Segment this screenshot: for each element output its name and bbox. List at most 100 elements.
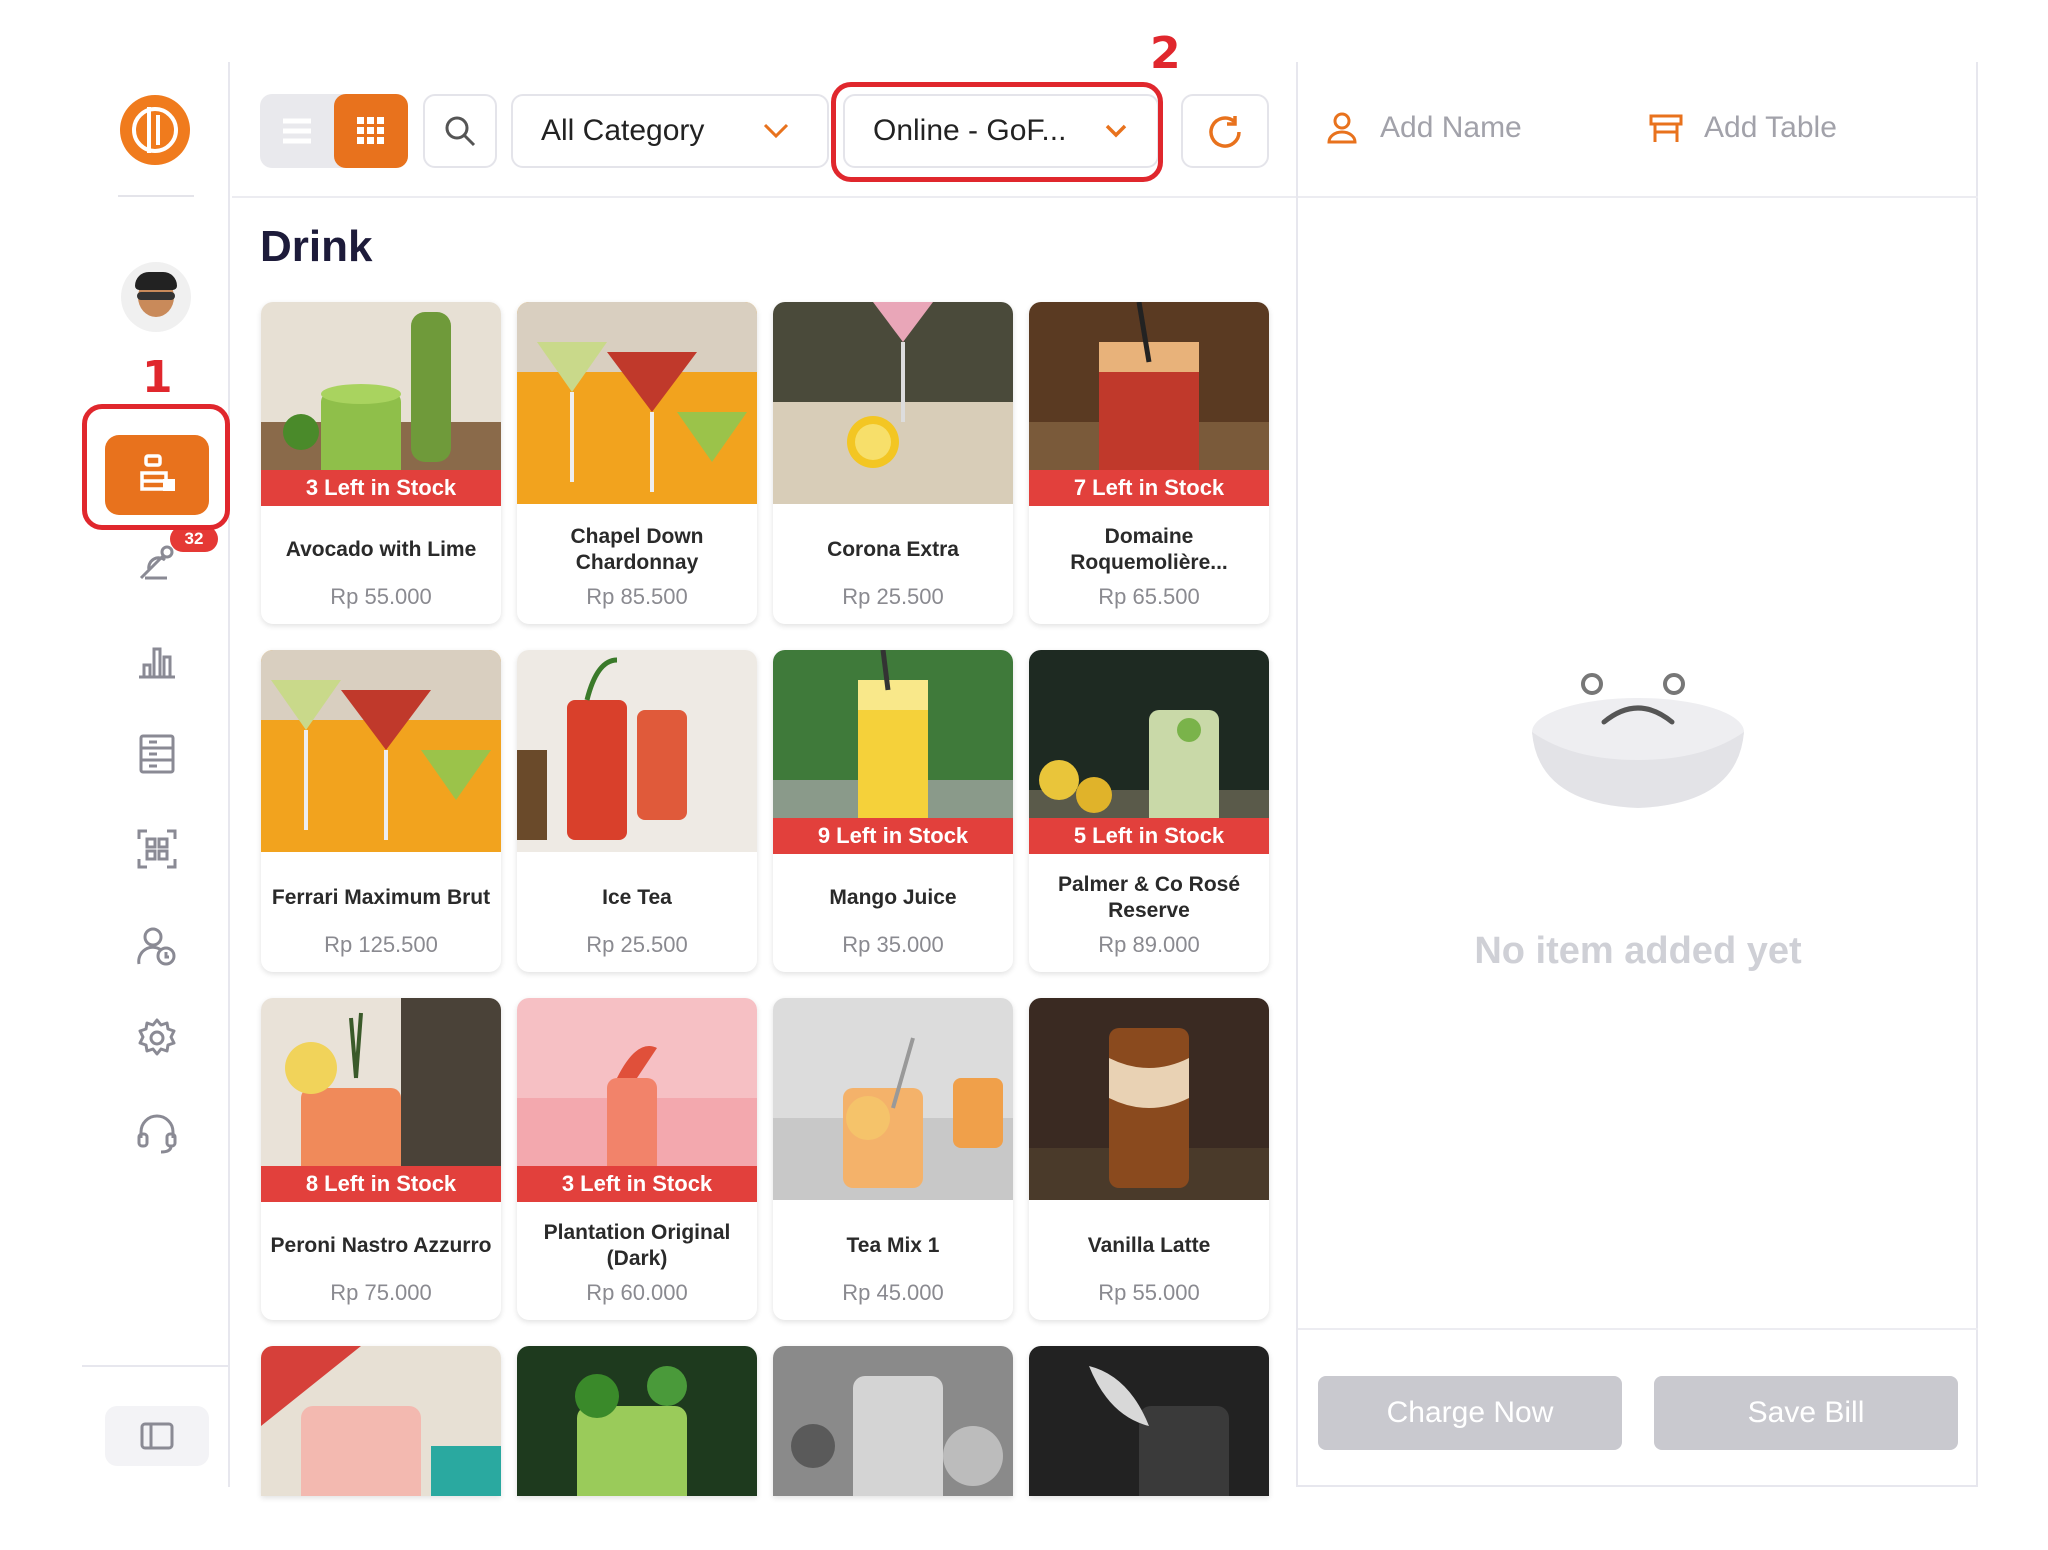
product-image (773, 998, 1013, 1200)
product-image (1029, 998, 1269, 1200)
search-icon (445, 116, 476, 147)
sidebar-bottom-divider (82, 1365, 230, 1367)
product-card[interactable] (773, 1346, 1013, 1496)
product-card[interactable]: Chapel Down Chardonnay Rp 85.500 (517, 302, 757, 624)
product-name: Palmer & Co Rosé Reserve (1057, 873, 1241, 922)
product-card[interactable]: Ferrari Maximum Brut Rp 125.500 (261, 650, 501, 972)
sidebar-item-inventory[interactable] (135, 732, 179, 776)
stock-banner: 3 Left in Stock (261, 470, 501, 506)
user-avatar[interactable] (121, 262, 191, 332)
product-card[interactable]: 7 Left in Stock Domaine Roquemolière... … (1029, 302, 1269, 624)
app-logo (120, 95, 190, 165)
product-price: Rp 89.000 (1098, 932, 1200, 957)
headset-icon (137, 1114, 177, 1154)
product-name: Domaine Roquemolière... (1070, 525, 1228, 574)
empty-bowl-icon (1532, 673, 1744, 808)
order-panel-header-divider (1298, 196, 1978, 198)
product-name: Plantation Original (Dark) (543, 1221, 731, 1270)
stock-banner: 3 Left in Stock (517, 1166, 757, 1202)
product-image (773, 1346, 1013, 1496)
table-icon (1649, 114, 1683, 142)
stock-banner: 9 Left in Stock (773, 818, 1013, 854)
product-price: Rp 55.000 (1098, 1280, 1200, 1305)
product-price: Rp 85.500 (586, 584, 688, 609)
sidebar: 32 (82, 62, 230, 1487)
order-panel-footer-divider (1298, 1328, 1978, 1330)
charge-now-button[interactable]: Charge Now (1318, 1376, 1622, 1450)
category-select[interactable]: All Category (511, 94, 829, 168)
customer-icon (137, 927, 176, 966)
sidebar-divider (118, 195, 194, 197)
product-price: Rp 25.500 (842, 584, 944, 609)
product-name: Mango Juice (829, 886, 957, 909)
product-price: Rp 65.500 (1098, 584, 1200, 609)
product-image (773, 302, 1013, 504)
add-table-button[interactable]: Add Table (1648, 106, 1837, 150)
product-card[interactable]: Vanilla Latte Rp 55.000 (1029, 998, 1269, 1320)
refresh-button[interactable] (1181, 94, 1269, 168)
product-name: Ice Tea (602, 886, 672, 909)
category-select-value: All Category (541, 114, 705, 147)
bar-chart-icon (139, 647, 175, 679)
product-card[interactable]: Corona Extra Rp 25.500 (773, 302, 1013, 624)
collapse-sidebar-button[interactable] (105, 1406, 209, 1466)
annotation-box-2 (831, 82, 1163, 182)
product-price: Rp 35.000 (842, 932, 944, 957)
product-price: Rp 75.000 (330, 1280, 432, 1305)
list-icon (283, 118, 311, 144)
inventory-icon (139, 734, 175, 774)
product-image (261, 1346, 501, 1496)
add-table-label: Add Table (1704, 111, 1837, 144)
sidebar-item-support[interactable] (135, 1110, 179, 1154)
sidebar-toggle-icon (140, 1422, 174, 1450)
stock-banner: 7 Left in Stock (1029, 470, 1269, 506)
product-name: Chapel Down Chardonnay (570, 525, 704, 574)
product-name: Peroni Nastro Azzurro (270, 1234, 492, 1257)
stock-banner: 5 Left in Stock (1029, 818, 1269, 854)
qr-scan-icon (137, 829, 177, 869)
person-icon (1327, 112, 1357, 144)
sidebar-item-qr[interactable] (135, 827, 179, 871)
product-card[interactable] (517, 1346, 757, 1496)
product-card[interactable]: 8 Left in Stock Peroni Nastro Azzurro Rp… (261, 998, 501, 1320)
product-price: Rp 55.000 (330, 584, 432, 609)
save-bill-button[interactable]: Save Bill (1654, 1376, 1958, 1450)
product-card[interactable]: 3 Left in Stock Avocado with Lime Rp 55.… (261, 302, 501, 624)
grid-icon (357, 117, 384, 144)
annotation-number-1: 1 (142, 352, 173, 403)
list-view-button[interactable] (260, 94, 334, 168)
product-card[interactable]: Ice Tea Rp 25.500 (517, 650, 757, 972)
product-card[interactable]: Tea Mix 1 Rp 45.000 (773, 998, 1013, 1320)
order-panel: Add Name Add Table No item added yet Cha… (1296, 62, 1978, 1487)
gear-icon (138, 1018, 176, 1056)
product-name: Tea Mix 1 (846, 1234, 940, 1257)
empty-cart-message: No item added yet (1474, 930, 1802, 972)
product-image (261, 650, 501, 852)
category-title: Drink (260, 222, 373, 271)
product-image (1029, 1346, 1269, 1496)
product-card[interactable] (261, 1346, 501, 1496)
stock-banner: 8 Left in Stock (261, 1166, 501, 1202)
product-image (517, 1346, 757, 1496)
product-card[interactable]: 5 Left in Stock Palmer & Co Rosé Reserve… (1029, 650, 1269, 972)
product-price: Rp 60.000 (586, 1280, 688, 1305)
product-name: Ferrari Maximum Brut (271, 886, 491, 909)
chevron-down-icon (763, 123, 789, 139)
view-toggle (260, 94, 408, 168)
sidebar-item-reports[interactable] (135, 637, 179, 681)
product-image (517, 650, 757, 852)
annotation-number-2: 2 (1150, 28, 1181, 79)
add-name-button[interactable]: Add Name (1324, 106, 1522, 150)
sidebar-item-customers[interactable] (135, 924, 179, 968)
product-image (517, 302, 757, 504)
search-button[interactable] (423, 94, 497, 168)
annotation-box-1 (82, 404, 230, 530)
product-card[interactable]: 3 Left in Stock Plantation Original (Dar… (517, 998, 757, 1320)
grid-view-button[interactable] (334, 94, 408, 168)
product-price: Rp 45.000 (842, 1280, 944, 1305)
product-card[interactable]: 9 Left in Stock Mango Juice Rp 35.000 (773, 650, 1013, 972)
product-name: Corona Extra (827, 538, 959, 561)
product-name: Avocado with Lime (285, 538, 477, 561)
sidebar-item-settings[interactable] (135, 1016, 179, 1060)
product-card[interactable] (1029, 1346, 1269, 1496)
